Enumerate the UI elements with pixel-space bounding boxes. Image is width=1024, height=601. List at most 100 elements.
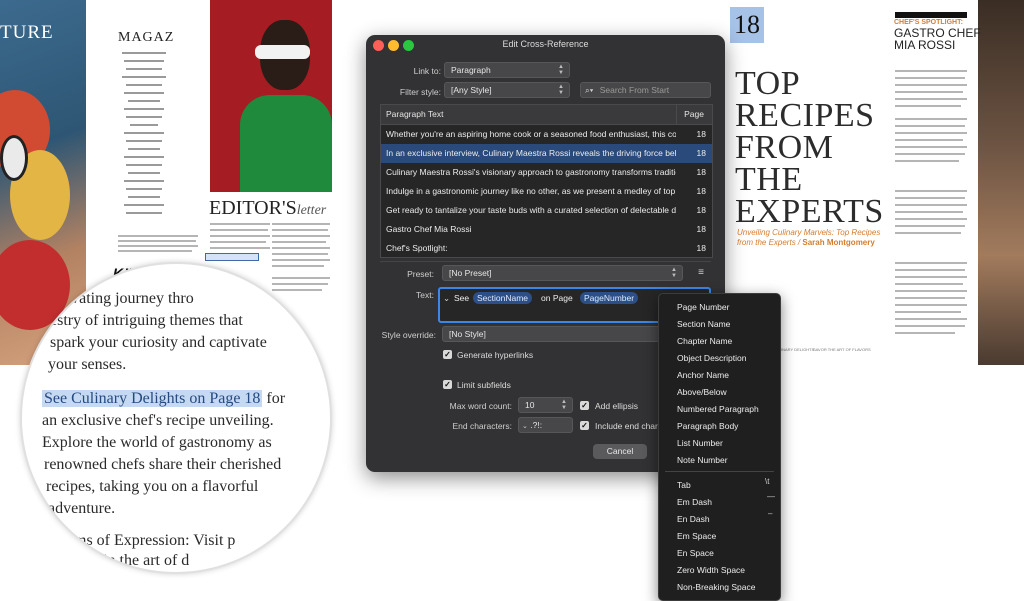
include-end-chars-label: Include end chara <box>595 421 663 431</box>
editor-heading-text: EDITOR'S <box>209 197 297 219</box>
row-text: Chef's Spotlight: <box>386 243 448 253</box>
en-dash-shortcut-glyph: – <box>768 509 773 518</box>
text-see: See <box>454 293 470 303</box>
max-word-count-stepper[interactable]: 10 ▲ ▼ <box>518 397 573 413</box>
filter-style-label: Filter style: <box>399 87 441 97</box>
menu-item-anchor-name[interactable]: Anchor Name <box>677 370 729 380</box>
column-header-text[interactable]: Paragraph Text <box>386 109 444 119</box>
search-icon: ⌕▾ <box>585 85 594 95</box>
max-word-count-label: Max word count: <box>449 401 512 411</box>
menu-item-object-description[interactable]: Object Description <box>677 353 746 363</box>
cancel-button[interactable]: Cancel <box>593 444 647 459</box>
title-line: THE <box>735 161 803 198</box>
limit-subfields-label: Limit subfields <box>457 380 511 390</box>
menu-item-em-space[interactable]: Em Space <box>677 531 716 541</box>
preset-value: [No Preset] <box>449 268 492 278</box>
sunglasses-shape <box>0 135 28 181</box>
table-row[interactable]: Get ready to tantalize your taste buds w… <box>381 201 712 220</box>
row-page: 18 <box>696 167 706 177</box>
magnifier-loupe: evating journey thro estry of intriguing… <box>20 262 332 574</box>
search-placeholder: Search From Start <box>599 85 670 95</box>
menu-item-numbered-paragraph[interactable]: Numbered Paragraph <box>677 404 759 414</box>
end-characters-field[interactable]: ⌄ .?!: <box>518 417 573 433</box>
magnified-text-line: an exclusive chef's recipe unveiling. <box>42 412 274 429</box>
menu-item-chapter-name[interactable]: Chapter Name <box>677 336 732 346</box>
search-field[interactable]: ⌕▾ Search From Start <box>580 82 711 98</box>
filter-style-select[interactable]: [Any Style] ▲ ▼ <box>444 82 570 98</box>
end-characters-label: End characters: <box>452 421 512 431</box>
dialog-titlebar: Edit Cross-Reference <box>366 35 725 55</box>
add-ellipsis-checkbox[interactable]: ✓ <box>580 401 589 410</box>
menu-item-en-dash[interactable]: En Dash <box>677 514 710 524</box>
row-page: 18 <box>696 186 706 196</box>
menu-item-en-space[interactable]: En Space <box>677 548 714 558</box>
section-name-token[interactable]: SectionName <box>473 292 533 304</box>
row-page: 18 <box>696 205 706 215</box>
column-divider <box>676 105 677 124</box>
style-override-value: [No Style] <box>449 329 486 339</box>
menu-item-page-number[interactable]: Page Number <box>677 302 729 312</box>
generate-hyperlinks-label: Generate hyperlinks <box>457 350 534 360</box>
select-stepper-icon: ▲ ▼ <box>558 84 564 96</box>
menu-item-above-below[interactable]: Above/Below <box>677 387 727 397</box>
magnified-text-line: evating journey thro <box>64 290 194 307</box>
include-end-chars-checkbox[interactable]: ✓ <box>580 421 589 430</box>
table-row[interactable]: Chef's Spotlight: 18 <box>381 239 712 258</box>
page-number-token[interactable]: PageNumber <box>580 292 639 304</box>
limit-subfields-checkbox[interactable]: ✓ <box>443 380 452 389</box>
row-text: Whether you're an aspiring home cook or … <box>386 129 676 139</box>
row-page: 18 <box>696 148 706 158</box>
magnified-text-line: Explore the world of gastronomy as <box>42 434 272 451</box>
row-text: Get ready to tantalize your taste buds w… <box>386 205 676 215</box>
row-page: 18 <box>696 243 706 253</box>
magnified-text-line: renowned chefs share their cherished <box>44 456 282 473</box>
menu-item-zero-width-space[interactable]: Zero Width Space <box>677 565 745 575</box>
spotlight-bar <box>895 12 967 18</box>
menu-item-section-name[interactable]: Section Name <box>677 319 730 329</box>
masthead-fragment: TURE <box>0 22 54 43</box>
tab-shortcut-glyph: \t <box>765 477 770 486</box>
select-stepper-icon: ▲ ▼ <box>558 64 564 76</box>
article-title: TOP RECIPES FROM THE EXPERTS <box>735 65 915 229</box>
cross-reference-link[interactable]: See Culinary Delights on Page 18 <box>42 390 263 407</box>
table-row-selected[interactable]: In an exclusive interview, Culinary Maes… <box>381 144 712 163</box>
table-header: Paragraph Text Page <box>381 105 712 125</box>
table-row[interactable]: Whether you're an aspiring home cook or … <box>381 125 712 144</box>
menu-item-em-dash[interactable]: Em Dash <box>677 497 712 507</box>
text-on-page: on Page <box>541 293 573 303</box>
magnified-text-line: estry of intriguing themes that <box>50 312 243 329</box>
menu-item-tab[interactable]: Tab <box>677 480 691 490</box>
editor-letter-heading: EDITOR'Sletter <box>209 197 326 220</box>
table-row[interactable]: Indulge in a gastronomic journey like no… <box>381 182 712 201</box>
generate-hyperlinks-checkbox[interactable]: ✓ <box>443 350 452 359</box>
table-row[interactable]: Gastro Chef Mia Rossi 18 <box>381 220 712 239</box>
stepper-icon[interactable]: ▲ ▼ <box>561 399 567 411</box>
chevron-down-icon[interactable]: ⌄ <box>443 293 450 304</box>
preset-label: Preset: <box>407 269 434 279</box>
editor-heading-italic: letter <box>296 203 327 218</box>
menu-separator <box>665 471 774 472</box>
magnified-text-line: your senses. <box>48 356 127 373</box>
row-page: 18 <box>696 129 706 139</box>
menu-item-paragraph-body[interactable]: Paragraph Body <box>677 421 738 431</box>
preset-menu-icon[interactable]: ≡ <box>695 265 707 281</box>
link-to-select[interactable]: Paragraph ▲ ▼ <box>444 62 570 78</box>
spotlight-label: CHEF'S SPOTLIGHT: <box>894 19 963 26</box>
magnified-text-line: adventure. <box>48 500 116 517</box>
title-line: FROM <box>735 129 834 166</box>
chevron-down-icon[interactable]: ⌄ <box>522 423 528 430</box>
table-row[interactable]: Culinary Maestra Rossi's visionary appro… <box>381 163 712 182</box>
row-text: Gastro Chef Mia Rossi <box>386 224 472 234</box>
row-text: Indulge in a gastronomic journey like no… <box>386 186 676 196</box>
menu-item-non-breaking-space[interactable]: Non-Breaking Space <box>677 582 755 592</box>
magnified-text-line: e in the art of d <box>92 552 190 569</box>
menu-item-list-number[interactable]: List Number <box>677 438 723 448</box>
end-characters-value: .?!: <box>530 420 543 430</box>
section-divider <box>380 261 711 262</box>
preset-select[interactable]: [No Preset] ▲ ▼ <box>442 265 683 281</box>
title-line: TOP <box>735 65 801 102</box>
column-header-page[interactable]: Page <box>684 109 704 119</box>
magnified-text-line: recipes, taking you on a flavorful <box>46 478 259 495</box>
menu-item-note-number[interactable]: Note Number <box>677 455 728 465</box>
insert-field-menu: Page Number Section Name Chapter Name Ob… <box>658 293 781 601</box>
